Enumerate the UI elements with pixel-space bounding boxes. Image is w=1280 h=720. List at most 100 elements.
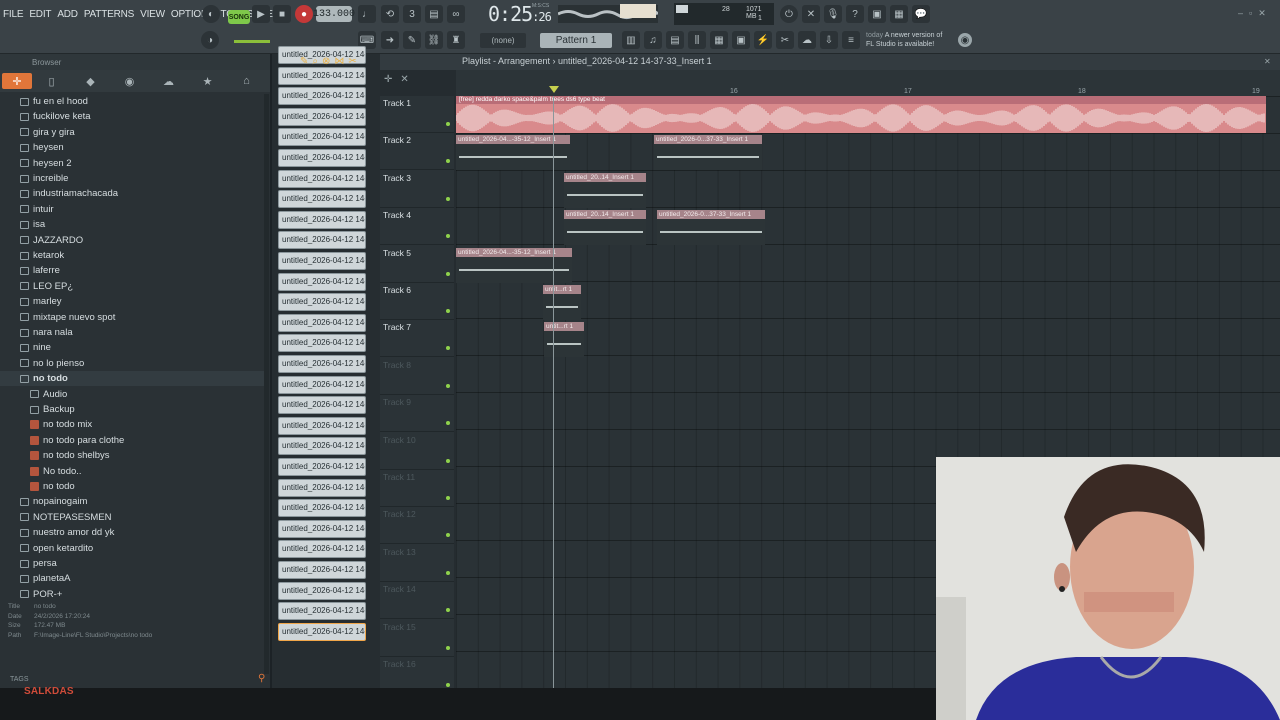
mic-icon[interactable]: 🎙 <box>824 5 842 23</box>
browser-cloud-icon[interactable]: ☁ <box>149 70 188 92</box>
track-header[interactable]: Track 10 <box>380 433 454 470</box>
browser-folder-item[interactable]: persa <box>0 556 268 571</box>
track-mute-led[interactable] <box>446 346 450 351</box>
track-header[interactable]: Track 15 <box>380 620 454 657</box>
track-header[interactable]: Track 12 <box>380 507 454 545</box>
track-header[interactable]: Track 7 <box>380 320 454 358</box>
clip-source-item[interactable]: untitled_2026-04-12 14- <box>278 458 366 476</box>
track-mute-led[interactable] <box>446 383 450 388</box>
clip-source-item[interactable]: untitled_2026-04-12 14- <box>278 561 366 579</box>
browser-folder-item[interactable]: Audio <box>0 387 268 402</box>
menu-item-file[interactable]: FILE <box>0 9 26 20</box>
cloud-icon[interactable]: ☁ <box>798 31 816 49</box>
channel-rack-icon[interactable]: ▤ <box>666 31 684 49</box>
clip-source-item[interactable]: untitled_2026-04-12 14- <box>278 293 366 312</box>
metronome-icon[interactable]: ♩ <box>358 5 376 23</box>
clip-source-item[interactable]: untitled_2026-04-12 14- <box>278 478 366 497</box>
loop-record-icon[interactable]: ∞ <box>447 5 465 23</box>
update-notice[interactable]: today A newer version of FL Studio is ava… <box>866 31 942 49</box>
audio-clip[interactable]: untitled_2026-04...-35-12_Insert 1 <box>456 247 572 283</box>
browser-folder-item[interactable]: nine <box>0 340 268 355</box>
master-pitch-knob[interactable]: ◑ <box>201 31 219 49</box>
browser-folder-item[interactable]: heysen 2 <box>0 156 268 171</box>
clip-source-item[interactable]: untitled_2026-04-12 14- <box>278 581 366 600</box>
browser-folder-item[interactable]: fuckilove keta <box>0 109 268 124</box>
browser-file-item[interactable]: no todo shelbys <box>0 448 268 463</box>
playlist-timeline[interactable]: 16 17 18 19 <box>456 70 1280 96</box>
browser-file-icon[interactable]: ▯ <box>32 70 71 92</box>
record-mode-icon[interactable]: ◐ <box>202 5 220 23</box>
clip-source-item[interactable]: untitled_2026-04-12 14- <box>278 499 366 518</box>
playlist-close-icon[interactable]: ✕ <box>1264 57 1271 66</box>
track-mute-led[interactable] <box>446 645 450 650</box>
clip-source-item[interactable]: untitled_2026-04-12 14- <box>278 355 366 373</box>
track-header[interactable]: Track 14 <box>380 582 454 620</box>
track-header[interactable]: Track 5 <box>380 246 454 283</box>
clip-source-item[interactable]: untitled_2026-04-12 14- <box>278 396 366 415</box>
playlist-icon[interactable]: ▥ <box>622 31 640 49</box>
step-edit-icon[interactable]: ▤ <box>425 5 443 23</box>
track-mute-led[interactable] <box>446 421 450 426</box>
pattern-select[interactable]: Pattern 1 <box>540 33 612 48</box>
audio-clip[interactable]: untit...rt 1 <box>544 322 584 358</box>
browser-folder-item[interactable]: mixtape nuevo spot <box>0 310 268 325</box>
browser-folder-item[interactable]: heysen <box>0 140 268 155</box>
link-icon[interactable]: ⛓ <box>425 31 443 49</box>
browser-file-item[interactable]: No todo.. <box>0 464 268 479</box>
shop-icon[interactable]: ≡ <box>842 31 860 49</box>
stamp-icon[interactable]: ♜ <box>447 31 465 49</box>
browser-sample-icon[interactable]: ◉ <box>110 70 149 92</box>
browser-folder-item[interactable]: open ketardito <box>0 541 268 556</box>
clip-source-item[interactable]: untitled_2026-04-12 14- <box>278 66 366 85</box>
browser-folder-item[interactable]: increible <box>0 171 268 186</box>
search-icon[interactable]: ⚲ <box>258 673 265 684</box>
track-header[interactable]: Track 11 <box>380 470 454 507</box>
track-mute-led[interactable] <box>446 309 450 313</box>
browser-folder-item[interactable]: nopainogaim <box>0 494 268 509</box>
browser-folder-item[interactable]: Backup <box>0 402 268 417</box>
audio-clip-main[interactable]: [free] redda darko space&palm trees ds6 … <box>455 96 1266 133</box>
pencil-icon[interactable]: ✎ <box>403 31 421 49</box>
plugin-icon[interactable]: ⚡ <box>754 31 772 49</box>
browser-all-icon[interactable]: ✛ <box>2 73 32 89</box>
browser-tag-icon[interactable]: ⌂ <box>227 70 266 92</box>
browser-icon[interactable]: ▦ <box>710 31 728 49</box>
clip-source-item[interactable]: untitled_2026-04-12 14- <box>278 375 366 394</box>
cpu-refresh-icon[interactable]: ⏻ <box>780 5 798 23</box>
chat-icon[interactable]: 💬 <box>912 5 930 23</box>
clip-source-item[interactable]: untitled_2026-04-12 14- <box>278 231 366 250</box>
track-header[interactable]: Track 9 <box>380 395 454 433</box>
browser-folder-item[interactable]: POR-+ <box>0 587 268 602</box>
clip-source-item[interactable]: untitled_2026-04-12 14- <box>278 169 366 188</box>
clip-source-item[interactable]: untitled_2026-04-12 14- <box>278 107 366 126</box>
menu-item-edit[interactable]: EDIT <box>26 9 54 20</box>
track-header[interactable]: Track 13 <box>380 545 454 582</box>
play-button[interactable]: ▶ <box>252 5 270 23</box>
clip-source-item[interactable]: untitled_2026-04-12 14- <box>278 87 366 106</box>
browser-folder-item[interactable]: isa <box>0 217 268 232</box>
track-mute-led[interactable] <box>446 496 450 500</box>
track-mute-led[interactable] <box>446 271 450 276</box>
mixer-icon[interactable]: ▦ <box>890 5 908 23</box>
track-mute-led[interactable] <box>446 196 450 201</box>
clip-source-item[interactable]: untitled_2026-04-12 14- <box>278 416 366 435</box>
countdown-icon[interactable]: 3 <box>403 5 421 23</box>
record-button[interactable]: ● <box>295 5 313 23</box>
browser-folder-item[interactable]: nuestro amor dd yk <box>0 525 268 540</box>
track-header[interactable]: Track 8 <box>380 358 454 395</box>
browser-folder-item[interactable]: intuir <box>0 202 268 217</box>
clip-source-item[interactable]: untitled_2026-04-12 14- <box>278 128 366 147</box>
audio-clip[interactable]: untitled_2026-0...37-33_Insert 1 <box>654 135 762 171</box>
arrow-right-icon[interactable]: ➜ <box>381 31 399 49</box>
track-header[interactable]: Track 1 <box>380 96 454 133</box>
track-mute-led[interactable] <box>446 533 450 538</box>
tempo-display[interactable]: 133.000 <box>313 6 355 22</box>
master-volume-slider[interactable] <box>234 40 270 43</box>
browser-folder-item[interactable]: fu en el hood <box>0 94 268 109</box>
audio-clip[interactable]: untitled_2026-0...37-33_Insert 1 <box>657 210 765 246</box>
piano-roll-icon[interactable]: ♫ <box>644 31 662 49</box>
stop-button[interactable]: ■ <box>273 5 291 23</box>
project-icon[interactable]: ▣ <box>732 31 750 49</box>
track-mute-led[interactable] <box>446 570 450 575</box>
track-mute-led[interactable] <box>446 608 450 613</box>
